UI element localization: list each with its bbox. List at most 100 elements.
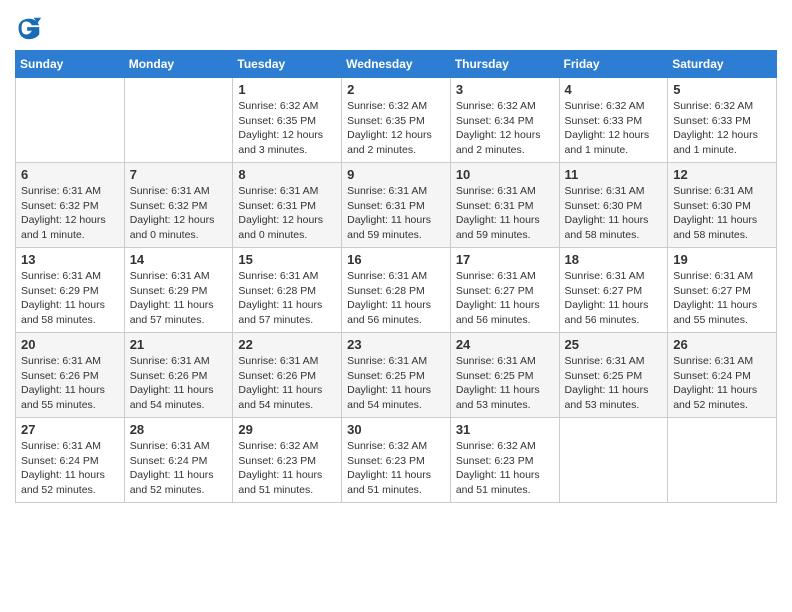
day-number: 20 [21,337,119,352]
calendar-cell: 25Sunrise: 6:31 AM Sunset: 6:25 PM Dayli… [559,333,668,418]
week-row-1: 1 Sunrise: 6:32 AM Sunset: 6:35 PM Daylig… [16,78,777,163]
calendar-cell: 29 Sunrise: 6:32 AM Sunset: 6:23 PM Dayli… [233,418,342,503]
day-number: 8 [238,167,336,182]
day-number: 28 [130,422,228,437]
day-detail: Sunrise: 6:32 AM Sunset: 6:23 PM Dayligh… [456,440,540,496]
page: SundayMondayTuesdayWednesdayThursdayFrid… [0,0,792,612]
day-number: 9 [347,167,445,182]
day-number: 10 [456,167,554,182]
day-detail: Sunrise: 6:31 AM Sunset: 6:27 PM Dayligh… [456,270,540,326]
calendar-cell: 4 Sunrise: 6:32 AM Sunset: 6:33 PM Daylig… [559,78,668,163]
calendar-cell: 14 Sunrise: 6:31 AM Sunset: 6:29 PM Dayli… [124,248,233,333]
day-number: 19 [673,252,771,267]
day-detail: Sunrise: 6:31 AM Sunset: 6:30 PM Dayligh… [565,185,649,241]
day-detail: Sunrise: 6:32 AM Sunset: 6:23 PM Dayligh… [347,440,431,496]
day-number: 27 [21,422,119,437]
calendar-cell: 30 Sunrise: 6:32 AM Sunset: 6:23 PM Dayli… [342,418,451,503]
weekday-header-sunday: Sunday [16,51,125,78]
calendar-cell: 2 Sunrise: 6:32 AM Sunset: 6:35 PM Daylig… [342,78,451,163]
day-number: 4 [565,82,663,97]
day-detail: Sunrise: 6:31 AM Sunset: 6:32 PM Dayligh… [130,185,215,241]
day-number: 5 [673,82,771,97]
calendar-cell: 8 Sunrise: 6:31 AM Sunset: 6:31 PM Daylig… [233,163,342,248]
calendar-cell: 11 Sunrise: 6:31 AM Sunset: 6:30 PM Dayli… [559,163,668,248]
calendar-cell: 31 Sunrise: 6:32 AM Sunset: 6:23 PM Dayli… [450,418,559,503]
calendar-cell: 3Sunrise: 6:32 AM Sunset: 6:34 PM Daylig… [450,78,559,163]
day-detail: Sunrise: 6:31 AM Sunset: 6:25 PM Dayligh… [565,355,649,411]
calendar-cell: 28 Sunrise: 6:31 AM Sunset: 6:24 PM Dayli… [124,418,233,503]
calendar-cell: 5 Sunrise: 6:32 AM Sunset: 6:33 PM Daylig… [668,78,777,163]
calendar-cell: 21Sunrise: 6:31 AM Sunset: 6:26 PM Dayli… [124,333,233,418]
weekday-header-friday: Friday [559,51,668,78]
day-detail: Sunrise: 6:31 AM Sunset: 6:28 PM Dayligh… [347,270,431,326]
calendar-cell: 19 Sunrise: 6:31 AM Sunset: 6:27 PM Dayli… [668,248,777,333]
day-number: 14 [130,252,228,267]
week-row-3: 13Sunrise: 6:31 AM Sunset: 6:29 PM Dayli… [16,248,777,333]
day-detail: Sunrise: 6:31 AM Sunset: 6:27 PM Dayligh… [565,270,649,326]
day-detail: Sunrise: 6:31 AM Sunset: 6:25 PM Dayligh… [456,355,540,411]
calendar-cell: 7 Sunrise: 6:31 AM Sunset: 6:32 PM Daylig… [124,163,233,248]
day-detail: Sunrise: 6:31 AM Sunset: 6:24 PM Dayligh… [130,440,214,496]
day-detail: Sunrise: 6:31 AM Sunset: 6:26 PM Dayligh… [238,355,322,411]
day-detail: Sunrise: 6:32 AM Sunset: 6:33 PM Dayligh… [565,100,650,156]
calendar-cell: 6 Sunrise: 6:31 AM Sunset: 6:32 PM Daylig… [16,163,125,248]
day-detail: Sunrise: 6:31 AM Sunset: 6:30 PM Dayligh… [673,185,757,241]
weekday-header-thursday: Thursday [450,51,559,78]
day-number: 24 [456,337,554,352]
day-detail: Sunrise: 6:31 AM Sunset: 6:32 PM Dayligh… [21,185,106,241]
calendar-cell [16,78,125,163]
day-number: 6 [21,167,119,182]
calendar-cell: 24 Sunrise: 6:31 AM Sunset: 6:25 PM Dayli… [450,333,559,418]
day-number: 22 [238,337,336,352]
calendar-cell [124,78,233,163]
day-detail: Sunrise: 6:31 AM Sunset: 6:24 PM Dayligh… [673,355,757,411]
calendar-cell: 1 Sunrise: 6:32 AM Sunset: 6:35 PM Daylig… [233,78,342,163]
day-detail: Sunrise: 6:32 AM Sunset: 6:33 PM Dayligh… [673,100,758,156]
calendar-cell [668,418,777,503]
day-number: 2 [347,82,445,97]
calendar-cell: 16 Sunrise: 6:31 AM Sunset: 6:28 PM Dayli… [342,248,451,333]
day-number: 26 [673,337,771,352]
calendar-cell: 17 Sunrise: 6:31 AM Sunset: 6:27 PM Dayli… [450,248,559,333]
day-detail: Sunrise: 6:32 AM Sunset: 6:23 PM Dayligh… [238,440,322,496]
day-number: 30 [347,422,445,437]
weekday-header-monday: Monday [124,51,233,78]
day-detail: Sunrise: 6:31 AM Sunset: 6:29 PM Dayligh… [130,270,214,326]
day-number: 1 [238,82,336,97]
day-number: 11 [565,167,663,182]
day-number: 29 [238,422,336,437]
day-detail: Sunrise: 6:32 AM Sunset: 6:35 PM Dayligh… [238,100,323,156]
calendar-cell: 23Sunrise: 6:31 AM Sunset: 6:25 PM Dayli… [342,333,451,418]
day-detail: Sunrise: 6:31 AM Sunset: 6:26 PM Dayligh… [21,355,105,411]
day-detail: Sunrise: 6:31 AM Sunset: 6:31 PM Dayligh… [456,185,540,241]
calendar-cell: 26 Sunrise: 6:31 AM Sunset: 6:24 PM Dayli… [668,333,777,418]
day-detail: Sunrise: 6:31 AM Sunset: 6:31 PM Dayligh… [238,185,323,241]
weekday-header-wednesday: Wednesday [342,51,451,78]
day-number: 18 [565,252,663,267]
calendar-cell: 10 Sunrise: 6:31 AM Sunset: 6:31 PM Dayli… [450,163,559,248]
day-detail: Sunrise: 6:31 AM Sunset: 6:24 PM Dayligh… [21,440,105,496]
calendar-cell: 9Sunrise: 6:31 AM Sunset: 6:31 PM Daylig… [342,163,451,248]
day-number: 16 [347,252,445,267]
day-number: 7 [130,167,228,182]
day-detail: Sunrise: 6:32 AM Sunset: 6:35 PM Dayligh… [347,100,432,156]
day-number: 15 [238,252,336,267]
calendar-cell: 12Sunrise: 6:31 AM Sunset: 6:30 PM Dayli… [668,163,777,248]
day-detail: Sunrise: 6:31 AM Sunset: 6:26 PM Dayligh… [130,355,214,411]
day-detail: Sunrise: 6:31 AM Sunset: 6:28 PM Dayligh… [238,270,322,326]
logo [15,14,47,42]
day-number: 23 [347,337,445,352]
calendar-cell: 13Sunrise: 6:31 AM Sunset: 6:29 PM Dayli… [16,248,125,333]
day-number: 31 [456,422,554,437]
week-row-2: 6 Sunrise: 6:31 AM Sunset: 6:32 PM Daylig… [16,163,777,248]
calendar-cell: 18 Sunrise: 6:31 AM Sunset: 6:27 PM Dayli… [559,248,668,333]
calendar-cell: 20 Sunrise: 6:31 AM Sunset: 6:26 PM Dayli… [16,333,125,418]
day-detail: Sunrise: 6:31 AM Sunset: 6:27 PM Dayligh… [673,270,757,326]
day-detail: Sunrise: 6:31 AM Sunset: 6:29 PM Dayligh… [21,270,105,326]
header [15,10,777,42]
logo-icon [15,14,43,42]
week-row-5: 27 Sunrise: 6:31 AM Sunset: 6:24 PM Dayli… [16,418,777,503]
day-number: 3 [456,82,554,97]
calendar-cell: 22 Sunrise: 6:31 AM Sunset: 6:26 PM Dayli… [233,333,342,418]
day-number: 17 [456,252,554,267]
